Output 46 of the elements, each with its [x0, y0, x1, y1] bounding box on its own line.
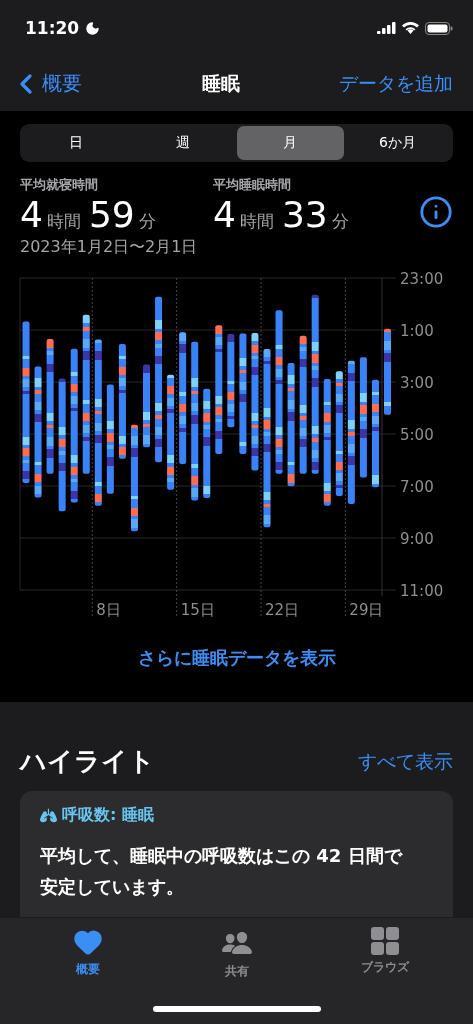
add-data-link[interactable]: データを追加: [339, 70, 453, 97]
grid-icon: [371, 927, 399, 955]
back-link[interactable]: 概要: [10, 67, 82, 100]
axis-label: 15日: [180, 601, 215, 619]
axis-label: 3:00: [400, 374, 434, 392]
date-range: 2023年1月2日〜2月1日: [19, 236, 199, 258]
axis-label: 8日: [96, 601, 121, 619]
segment-tab[interactable]: 月: [236, 126, 344, 160]
segment-tab[interactable]: 週: [129, 126, 237, 160]
moon-icon: [85, 20, 101, 36]
stat-unit: 分: [331, 210, 349, 233]
axis-label: 11:00: [400, 582, 444, 600]
stat-unit: 時間: [46, 210, 81, 233]
wifi-icon: [402, 22, 419, 34]
stat-label: 平均就寝時間: [20, 176, 99, 194]
nav-title: 睡眠: [200, 70, 240, 96]
status-time: 11:20: [25, 18, 80, 38]
info-icon[interactable]: [419, 195, 453, 229]
highlight-card[interactable]: 呼吸数: 睡眠 平均して、睡眠中の呼吸数はこの 42 日間で安定しています。: [20, 791, 453, 917]
tab-bar-item[interactable]: ブラウズ: [335, 926, 435, 981]
stat-unit: 時間: [239, 210, 274, 233]
tab-bar-item[interactable]: 共有: [186, 926, 287, 981]
axis-label: 23:00: [400, 270, 444, 288]
lungs-icon: [40, 807, 57, 824]
battery-icon: [425, 21, 453, 35]
axis-label: 1:00: [400, 322, 434, 340]
segment-tab[interactable]: 日: [22, 126, 130, 160]
axis-label: 9:00: [400, 530, 434, 548]
stat-value: 59: [88, 194, 135, 235]
stat-value: 4: [20, 194, 43, 235]
segment-tab[interactable]: 6か月: [343, 126, 451, 160]
axis-label: 22日: [265, 601, 300, 619]
tab-bar-item[interactable]: 概要: [38, 926, 138, 981]
see-all-link[interactable]: すべて表示: [358, 748, 453, 775]
signal-icon: [377, 22, 396, 34]
stat-value: 4: [213, 194, 236, 235]
stat-unit: 分: [138, 210, 156, 233]
axis-label: 5:00: [400, 426, 434, 444]
axis-label: 29日: [349, 601, 384, 619]
axis-label: 7:00: [400, 478, 434, 496]
card-body: 平均して、睡眠中の呼吸数はこの 42 日間で安定しています。: [40, 844, 404, 899]
stat-label: 平均睡眠時間: [213, 176, 292, 194]
card-heading: 呼吸数: 睡眠: [62, 805, 154, 826]
more-data-link[interactable]: さらに睡眠データを表示: [0, 646, 473, 670]
stat-value: 33: [281, 194, 328, 235]
section-title: ハイライト: [20, 745, 155, 778]
